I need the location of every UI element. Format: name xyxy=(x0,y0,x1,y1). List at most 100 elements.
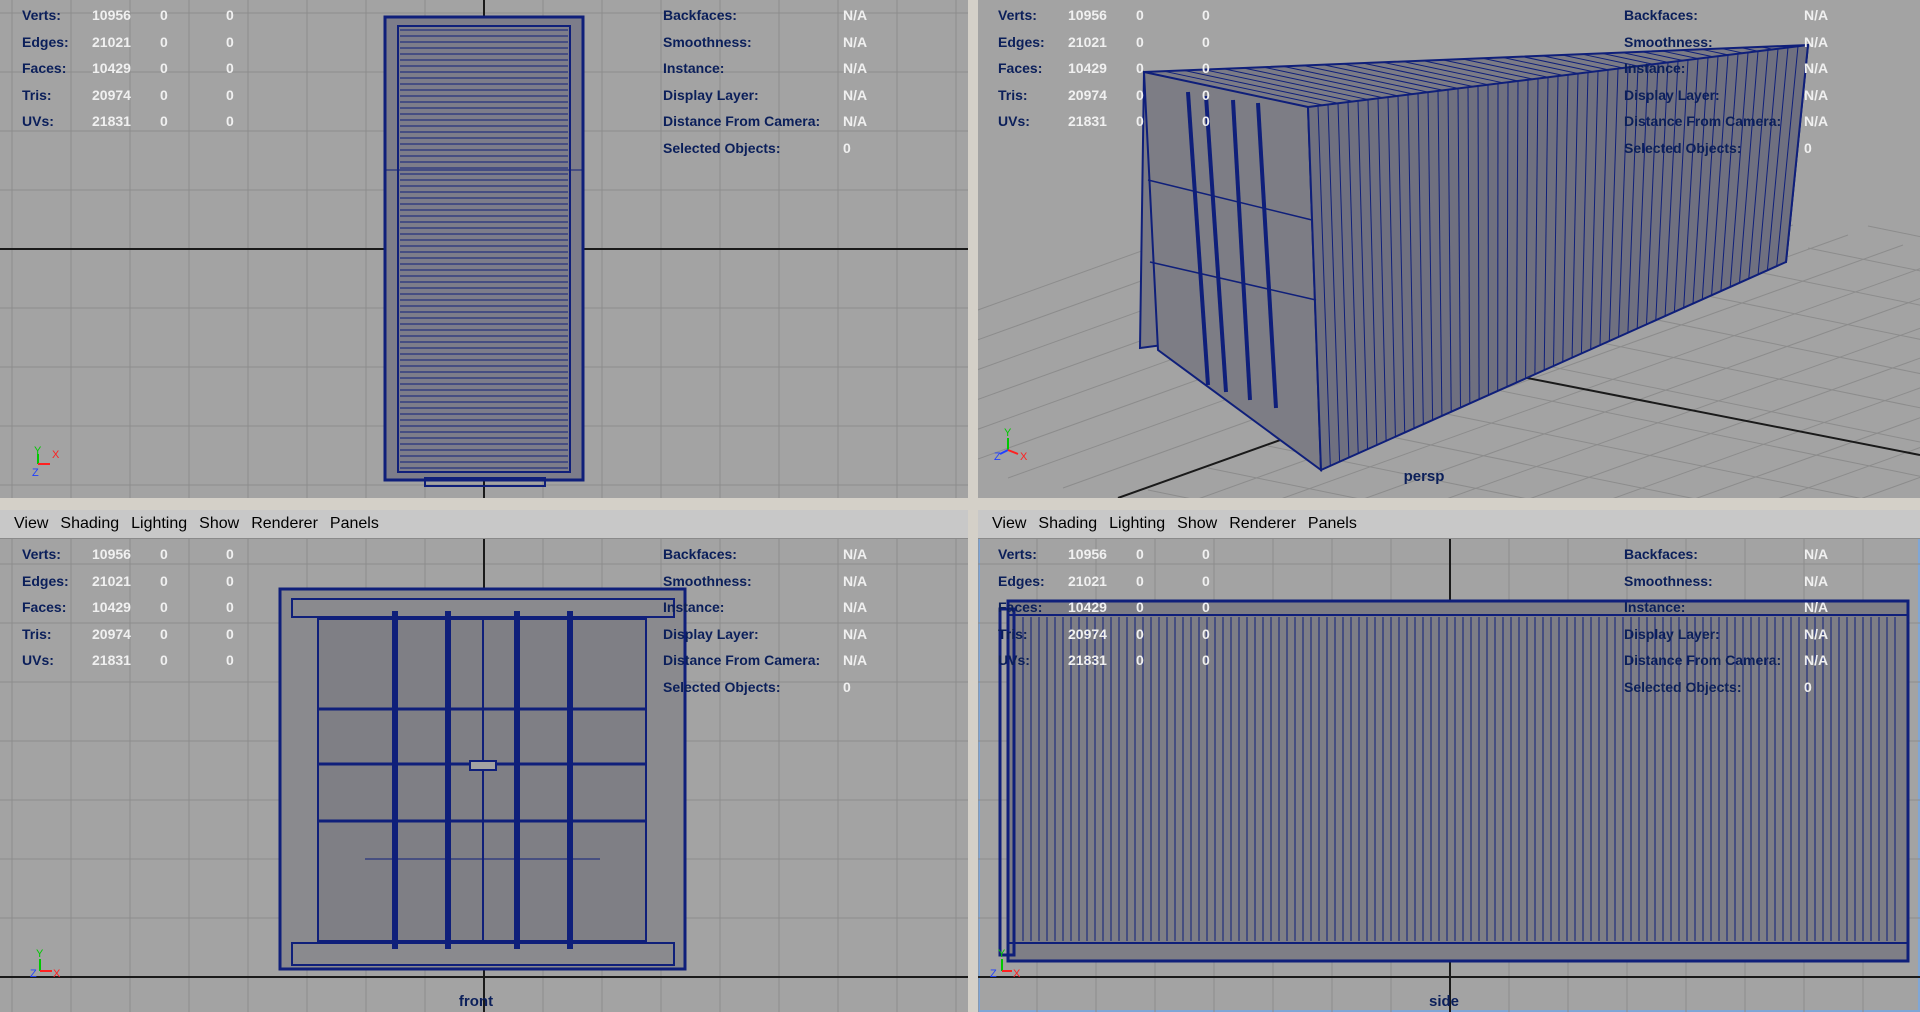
hud-row: Faces: 10429 0 0 xyxy=(998,594,1232,621)
hud-info-value: 0 xyxy=(843,678,851,695)
hud-stat-value: 0 xyxy=(226,599,234,615)
menu-renderer[interactable]: Renderer xyxy=(1223,515,1302,533)
svg-text:Y: Y xyxy=(36,948,44,960)
hud-stat-value: 0 xyxy=(226,33,234,50)
viewport-side[interactable]: View Shading Lighting Show Renderer Pane… xyxy=(978,510,1920,1012)
hud-stat-value: 0 xyxy=(226,113,234,129)
menu-view[interactable]: View xyxy=(8,515,54,533)
hud-stat-value: 0 xyxy=(1202,60,1210,76)
viewport-splitter-horizontal[interactable] xyxy=(0,498,1920,510)
hud-row: UVs: 21831 0 0 xyxy=(22,647,256,674)
camera-label: front xyxy=(458,993,494,1010)
hud-row: Backfaces: N/A xyxy=(663,2,867,29)
hud-info-value: 0 xyxy=(1804,139,1812,156)
hud-stat-label: Tris: xyxy=(22,86,52,103)
hud-info-label: Selected Objects: xyxy=(663,139,781,156)
hud-stat-value: 0 xyxy=(160,86,168,103)
hud-row: Tris: 20974 0 0 xyxy=(998,621,1232,648)
viewport-front[interactable]: View Shading Lighting Show Renderer Pane… xyxy=(0,510,968,1012)
hud-stat-value: 0 xyxy=(1202,33,1210,50)
hud-stat-value: 0 xyxy=(160,546,168,562)
hud-stat-value: 21831 xyxy=(92,652,131,668)
viewport-persp[interactable]: Verts: 10956 0 0 Edges: 21021 0 0 Faces: 10429 0 0 T… xyxy=(978,0,1920,498)
hud-info-label: Backfaces: xyxy=(663,7,737,23)
hud-row: Smoothness: N/A xyxy=(1624,568,1828,595)
hud-info-label: Instance: xyxy=(663,60,725,76)
hud-row: Edges: 21021 0 0 xyxy=(22,29,256,56)
menu-panels[interactable]: Panels xyxy=(1302,515,1363,533)
menu-show[interactable]: Show xyxy=(193,515,245,533)
hud-stat-value: 21021 xyxy=(1068,572,1107,589)
camera-label: side xyxy=(1428,993,1459,1010)
menu-renderer[interactable]: Renderer xyxy=(245,515,324,533)
hud-row: Verts: 10956 0 0 xyxy=(998,2,1232,29)
hud-info-value: N/A xyxy=(1804,113,1829,129)
hud-row: Selected Objects: 0 xyxy=(1624,135,1828,162)
hud-row: Smoothness: N/A xyxy=(663,568,867,595)
hud-stat-value: 0 xyxy=(1136,599,1144,615)
hud-info-value: N/A xyxy=(1804,33,1829,50)
svg-text:Z: Z xyxy=(994,451,1001,463)
hud-info-label: Distance From Camera: xyxy=(663,113,821,129)
hud-stat-value: 0 xyxy=(1136,86,1144,103)
hud-stat-label: UVs: xyxy=(998,652,1030,668)
viewport-splitter-vertical[interactable] xyxy=(968,0,978,1012)
viewport-top[interactable]: Verts: 10956 0 0 Edges: 21021 0 0 Faces: 10429 0 0 T… xyxy=(0,0,968,498)
svg-text:X: X xyxy=(1020,451,1028,463)
hud-info-value: 0 xyxy=(843,139,851,156)
hud-info-value: N/A xyxy=(843,60,868,76)
hud-info-value: N/A xyxy=(1804,546,1829,562)
hud-stat-value: 0 xyxy=(1136,625,1144,642)
hud-row: Distance From Camera: N/A xyxy=(663,647,867,674)
hud-stat-value: 21831 xyxy=(1068,113,1107,129)
hud-row: Tris: 20974 0 0 xyxy=(22,621,256,648)
poly-count-hud: Verts: 10956 0 0 Edges: 21021 0 0 Faces: 10429 0 0 T… xyxy=(22,541,256,674)
hud-row: Faces: 10429 0 0 xyxy=(22,594,256,621)
hud-row: Smoothness: N/A xyxy=(1624,29,1828,56)
hud-stat-value: 10429 xyxy=(92,599,131,615)
hud-row: Instance: N/A xyxy=(1624,55,1828,82)
hud-stat-value: 0 xyxy=(160,113,168,129)
menu-lighting[interactable]: Lighting xyxy=(125,515,193,533)
hud-stat-value: 10956 xyxy=(92,7,131,23)
menu-panels[interactable]: Panels xyxy=(324,515,385,533)
menu-view[interactable]: View xyxy=(986,515,1032,533)
svg-text:Y: Y xyxy=(34,445,42,457)
hud-info-value: N/A xyxy=(1804,652,1829,668)
hud-stat-label: Verts: xyxy=(998,7,1037,23)
hud-row: UVs: 21831 0 0 xyxy=(998,647,1232,674)
menu-lighting[interactable]: Lighting xyxy=(1103,515,1171,533)
menu-shading[interactable]: Shading xyxy=(54,515,125,533)
svg-text:Z: Z xyxy=(30,968,37,980)
hud-stat-label: Edges: xyxy=(22,33,69,50)
hud-stat-label: UVs: xyxy=(22,652,54,668)
hud-info-label: Selected Objects: xyxy=(663,678,781,695)
hud-row: Backfaces: N/A xyxy=(663,541,867,568)
hud-info-label: Smoothness: xyxy=(663,572,752,589)
hud-info-label: Selected Objects: xyxy=(1624,678,1742,695)
hud-stat-value: 0 xyxy=(1202,625,1210,642)
hud-info-value: N/A xyxy=(1804,60,1829,76)
hud-stat-value: 0 xyxy=(1202,546,1210,562)
hud-row: Verts: 10956 0 0 xyxy=(998,541,1232,568)
menu-show[interactable]: Show xyxy=(1171,515,1223,533)
hud-info-value: N/A xyxy=(843,546,868,562)
svg-text:X: X xyxy=(1013,968,1021,980)
hud-stat-value: 21831 xyxy=(92,113,131,129)
hud-stat-value: 0 xyxy=(160,7,168,23)
hud-row: Edges: 21021 0 0 xyxy=(998,568,1232,595)
hud-stat-value: 0 xyxy=(1136,546,1144,562)
menu-shading[interactable]: Shading xyxy=(1032,515,1103,533)
hud-info-label: Display Layer: xyxy=(1624,625,1720,642)
hud-stat-value: 21021 xyxy=(92,33,131,50)
axis-indicator: Y Z X xyxy=(994,426,1034,466)
hud-stat-label: UVs: xyxy=(22,113,54,129)
hud-row: Display Layer: N/A xyxy=(663,82,867,109)
hud-stat-value: 0 xyxy=(1202,86,1210,103)
hud-stat-value: 21831 xyxy=(1068,652,1107,668)
svg-text:X: X xyxy=(53,968,61,980)
hud-stat-label: Tris: xyxy=(998,625,1028,642)
hud-row: Tris: 20974 0 0 xyxy=(998,82,1232,109)
hud-stat-value: 20974 xyxy=(1068,625,1107,642)
hud-row: Distance From Camera: N/A xyxy=(663,108,867,135)
